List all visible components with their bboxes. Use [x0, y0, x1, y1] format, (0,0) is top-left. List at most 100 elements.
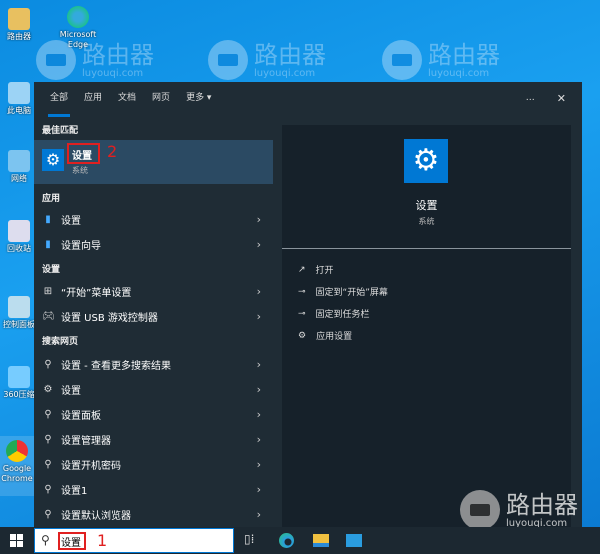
- windows-start-icon[interactable]: [10, 534, 23, 547]
- app-item[interactable]: ▮ 设置 ›: [34, 207, 273, 231]
- action-app-settings[interactable]: ⚙ 应用设置: [298, 329, 352, 343]
- web-item[interactable]: ⚲ 设置开机密码 ›: [34, 452, 273, 476]
- desktop-icon-control[interactable]: 控制面板: [2, 296, 36, 330]
- item-label: 设置开机密码: [61, 460, 121, 472]
- action-open[interactable]: ↗ 打开: [298, 263, 334, 277]
- desktop-icon-recycle[interactable]: 回收站: [2, 220, 36, 254]
- chevron-right-icon[interactable]: ›: [257, 213, 261, 226]
- item-label: 设置默认浏览器: [61, 510, 131, 522]
- watermark-url: luyouqi.com: [428, 67, 490, 79]
- network-icon: [8, 150, 30, 172]
- chevron-right-icon[interactable]: ›: [257, 483, 261, 496]
- folder-icon: [8, 8, 30, 30]
- preview-subtitle: 系统: [418, 217, 435, 226]
- best-match-title: 设置: [72, 151, 92, 162]
- watermark-title: 路由器: [254, 40, 326, 69]
- search-panel: 全部 应用 文档 网页 更多 ▾ … ✕ 最佳匹配 ⚙ 设置 系统 2 应用 ▮…: [34, 82, 582, 527]
- web-item[interactable]: ⚙ 设置 ›: [34, 377, 273, 401]
- zip-icon: [8, 366, 30, 388]
- icon-label: 回收站: [7, 244, 31, 253]
- tab-apps[interactable]: 应用: [84, 82, 102, 114]
- item-label: 设置: [61, 385, 81, 397]
- chevron-right-icon[interactable]: ›: [257, 238, 261, 251]
- tab-all[interactable]: 全部: [47, 82, 71, 117]
- chevron-right-icon[interactable]: ›: [257, 508, 261, 521]
- action-pin-start[interactable]: ⊸ 固定到“开始”屏幕: [298, 285, 388, 299]
- settings-item[interactable]: ⊞ “开始”菜单设置 ›: [34, 279, 273, 303]
- chevron-right-icon[interactable]: ›: [257, 383, 261, 396]
- watermark-title: 路由器: [428, 40, 500, 69]
- desktop-icon-router[interactable]: 路由器: [2, 8, 36, 42]
- action-pin-taskbar[interactable]: ⊸ 固定到任务栏: [298, 307, 370, 321]
- watermark: 路由器 luyouqi.com: [208, 40, 326, 80]
- action-label: 固定到任务栏: [315, 310, 370, 320]
- search-icon: ⚲: [44, 358, 52, 370]
- chevron-right-icon[interactable]: ›: [257, 408, 261, 421]
- icon-label: Google Chrome: [1, 464, 33, 483]
- settings-item[interactable]: 🎮︎ 设置 USB 游戏控制器 ›: [34, 304, 273, 328]
- action-label: 打开: [315, 266, 334, 276]
- icon-label: 此电脑: [7, 106, 31, 115]
- mail-icon[interactable]: [346, 534, 362, 547]
- app-item[interactable]: ▮ 设置向导 ›: [34, 232, 273, 256]
- watermark-title: 路由器: [82, 40, 154, 69]
- gear-icon: ⚙: [298, 330, 307, 341]
- app-icon: ▮: [45, 238, 51, 250]
- chevron-right-icon[interactable]: ›: [257, 433, 261, 446]
- item-label: 设置1: [61, 485, 88, 497]
- search-icon: ⚲: [44, 508, 52, 520]
- desktop-icon-chrome[interactable]: Google Chrome: [0, 436, 34, 496]
- control-panel-icon: [8, 296, 30, 318]
- web-header: 搜索网页: [42, 337, 79, 347]
- item-label: “开始”菜单设置: [61, 287, 132, 299]
- task-view-icon[interactable]: ▯⁞: [244, 532, 254, 546]
- best-match-item[interactable]: ⚙ 设置 系统 2: [34, 140, 273, 184]
- search-icon: ⚲: [44, 458, 52, 470]
- more-options-icon[interactable]: …: [526, 93, 535, 103]
- search-input[interactable]: 设置: [61, 534, 81, 549]
- tab-web[interactable]: 网页: [152, 82, 170, 114]
- item-label: 设置: [61, 215, 81, 227]
- best-match-header: 最佳匹配: [42, 126, 79, 136]
- desktop-icon-network[interactable]: 网络: [2, 150, 36, 184]
- watermark: 路由器 luyouqi.com: [460, 490, 578, 530]
- search-box[interactable]: ⚲ 设置 1: [34, 528, 234, 553]
- annotation-2: 2: [107, 142, 118, 161]
- web-item[interactable]: ⚲ 设置1 ›: [34, 477, 273, 501]
- gear-icon: ⚙: [404, 139, 448, 183]
- chevron-right-icon[interactable]: ›: [257, 310, 261, 323]
- web-item[interactable]: ⚲ 设置 - 查看更多搜索结果 ›: [34, 352, 273, 376]
- search-icon: ⚲: [44, 408, 52, 420]
- chevron-right-icon[interactable]: ›: [257, 458, 261, 471]
- file-explorer-icon[interactable]: [313, 534, 329, 547]
- edge-icon[interactable]: [279, 533, 294, 548]
- item-label: 设置向导: [61, 240, 101, 252]
- web-item[interactable]: ⚲ 设置默认浏览器 ›: [34, 502, 273, 526]
- tab-more[interactable]: 更多 ▾: [186, 82, 211, 114]
- chevron-right-icon[interactable]: ›: [257, 285, 261, 298]
- settings-header: 设置: [42, 265, 61, 275]
- search-tabs: 全部 应用 文档 网页 更多 ▾ … ✕: [34, 82, 582, 117]
- watermark-title: 路由器: [506, 490, 578, 519]
- chevron-right-icon[interactable]: ›: [257, 358, 261, 371]
- gear-icon: ⚙: [42, 149, 64, 171]
- web-item[interactable]: ⚲ 设置面板 ›: [34, 402, 273, 426]
- watermark-url: luyouqi.com: [82, 67, 144, 79]
- search-icon: ⚲: [44, 433, 52, 445]
- recycle-bin-icon: [8, 220, 30, 242]
- app-icon: ▮: [45, 213, 51, 225]
- watermark: 路由器 luyouqi.com: [36, 40, 154, 80]
- icon-label: 控制面板: [3, 320, 35, 329]
- best-match-subtitle: 系统: [72, 166, 88, 175]
- icon-label: 路由器: [7, 32, 31, 41]
- open-icon: ↗: [298, 264, 306, 275]
- web-item[interactable]: ⚲ 设置管理器 ›: [34, 427, 273, 451]
- item-label: 设置 - 查看更多搜索结果: [61, 360, 171, 372]
- item-label: 设置面板: [61, 410, 101, 422]
- settings-app-icon: ⚙: [43, 383, 53, 395]
- close-icon[interactable]: ✕: [557, 92, 566, 105]
- tab-documents[interactable]: 文档: [118, 82, 136, 114]
- search-icon: ⚲: [44, 483, 52, 495]
- desktop-icon-pc[interactable]: 此电脑: [2, 82, 36, 116]
- desktop-icon-360zip[interactable]: 360压缩: [2, 366, 36, 400]
